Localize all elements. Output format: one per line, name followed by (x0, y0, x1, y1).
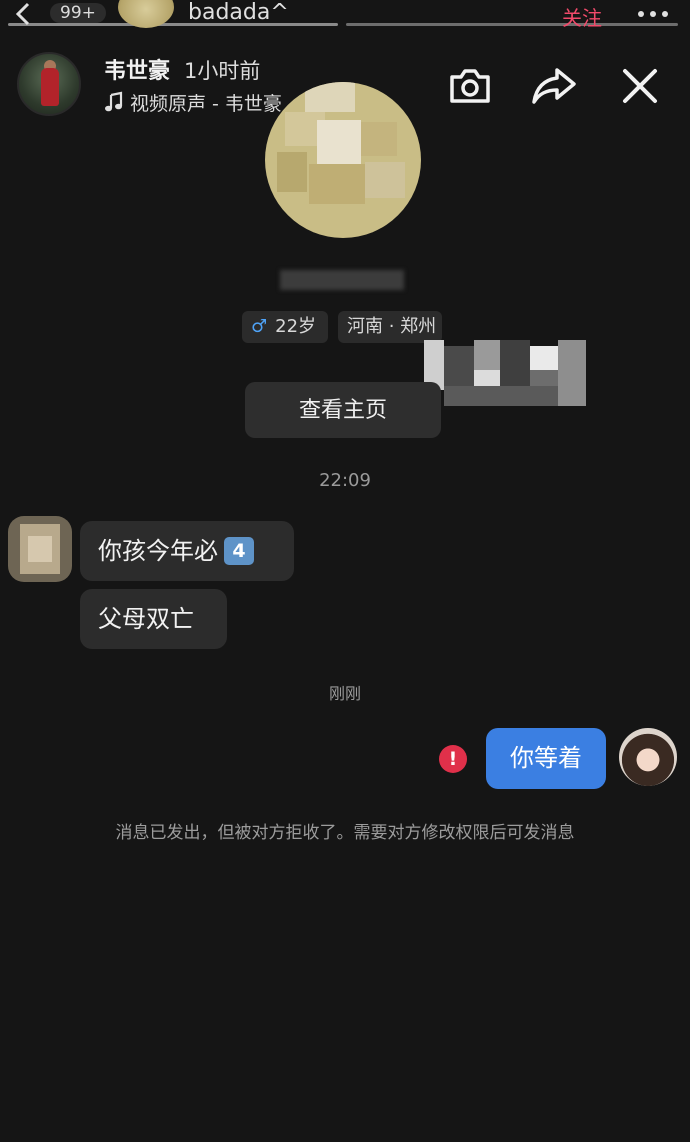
poster-name: 韦世豪 (104, 59, 171, 84)
profile-name-blurred (280, 270, 404, 290)
age-text: 22岁 (275, 316, 317, 337)
keycap-emoji: 4 (224, 537, 254, 565)
story-progress-bar (346, 23, 678, 26)
gender-male-icon: ♂ (251, 316, 268, 337)
follow-button[interactable]: 关注 (562, 2, 602, 31)
send-failed-icon[interactable]: ! (439, 745, 467, 773)
timestamp: 刚刚 (328, 684, 361, 703)
profile-avatar[interactable] (265, 82, 421, 238)
outgoing-message[interactable]: 你等着 (486, 728, 606, 789)
post-time: 1小时前 (184, 59, 261, 83)
more-icon[interactable] (636, 6, 670, 20)
audio-source[interactable]: 视频原声 - 韦世豪 (130, 89, 282, 116)
top-username: badada^ (188, 0, 289, 25)
camera-icon[interactable] (446, 62, 494, 110)
close-icon[interactable] (616, 62, 664, 110)
view-profile-button[interactable]: 查看主页 (245, 382, 441, 438)
back-icon[interactable] (12, 2, 36, 26)
timestamp: 22:09 (319, 470, 371, 491)
sender-avatar[interactable] (8, 516, 72, 582)
incoming-message[interactable]: 你孩今年必 4 (80, 521, 294, 581)
message-text: 你孩今年必 (98, 537, 218, 565)
share-icon[interactable] (530, 62, 578, 110)
system-notice: 消息已发出，但被对方拒收了。需要对方修改权限后可发消息 (115, 823, 575, 843)
pixelated-overlay (424, 340, 586, 406)
self-avatar[interactable] (619, 728, 677, 786)
poster-avatar[interactable] (17, 52, 81, 116)
unread-badge: 99+ (50, 3, 106, 23)
age-tag: ♂ 22岁 (242, 311, 328, 343)
music-note-icon (104, 91, 124, 113)
incoming-message[interactable]: 父母双亡 (80, 589, 227, 649)
location-tag: 河南 · 郑州 (338, 311, 442, 343)
